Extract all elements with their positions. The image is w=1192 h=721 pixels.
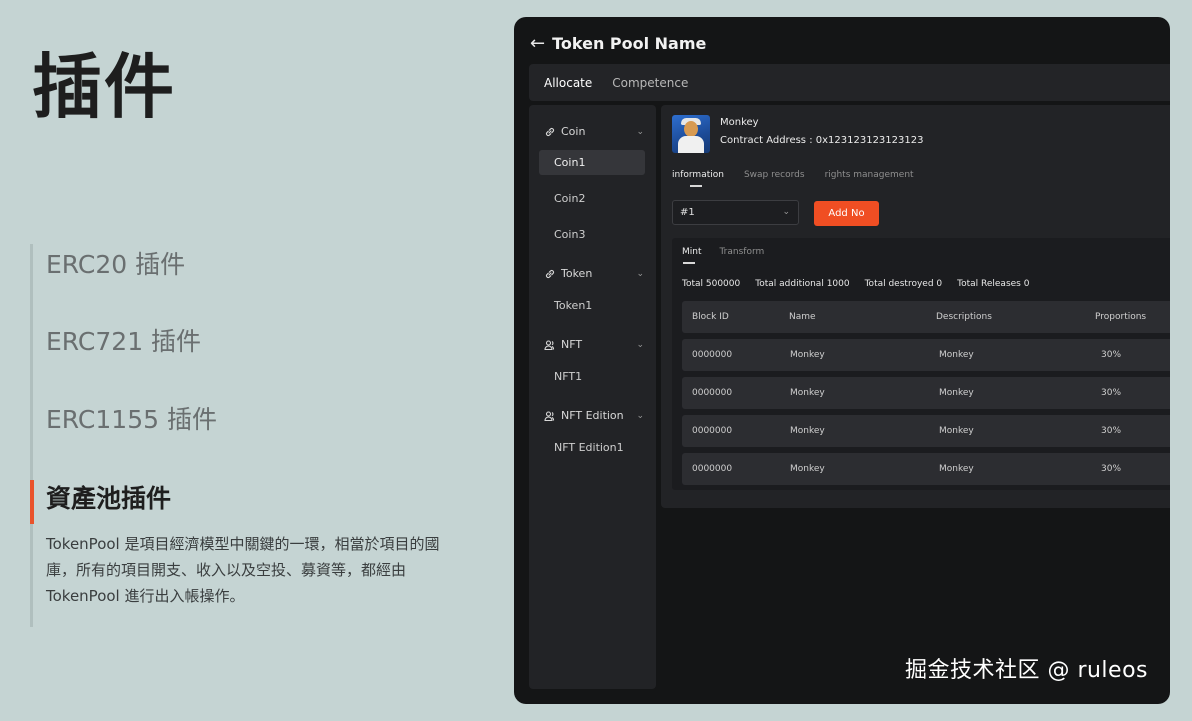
feature-asset-pool[interactable]: 資產池插件 (46, 486, 171, 511)
cell-name: Monkey (790, 426, 825, 436)
col-name: Name (789, 312, 816, 322)
stat-destroyed: Total destroyed 0 (864, 279, 943, 289)
tab-rights-management[interactable]: rights management (825, 170, 914, 180)
avatar-head (684, 121, 698, 137)
sub-tabs: Mint Transform (682, 247, 782, 264)
cell-name: Monkey (790, 350, 825, 360)
link-icon (545, 127, 555, 136)
page-title: 插件 (32, 46, 176, 128)
chevron-down-icon[interactable]: ⌄ (636, 127, 644, 137)
watermark: 掘金技术社区 @ ruleos (904, 658, 1148, 683)
number-select[interactable]: #1 ⌄ (672, 200, 799, 225)
inner-tabs: information Swap records rights manageme… (672, 170, 934, 187)
cell-block-id: 0000000 (692, 426, 733, 436)
feature-erc20[interactable]: ERC20 插件 (46, 252, 185, 277)
sidebar-group-nft[interactable]: NFT ⌄ (544, 338, 644, 351)
tab-mint[interactable]: Mint (682, 247, 702, 264)
app-header: ← Token Pool Name (530, 34, 706, 53)
col-block-id: Block ID (692, 312, 729, 322)
app-window: ← Token Pool Name Allocate Competence Co… (514, 17, 1170, 704)
top-tabbar: Allocate Competence (529, 64, 1170, 101)
cell-proportion: 30% (1101, 426, 1122, 436)
table-row[interactable]: 0000000 Monkey Monkey 30% (682, 377, 1170, 409)
sidebar-group-label: NFT (561, 338, 583, 351)
table-row[interactable]: 0000000 Monkey Monkey 30% (682, 453, 1170, 485)
tab-transform[interactable]: Transform (720, 247, 765, 257)
back-arrow-icon[interactable]: ← (530, 34, 545, 53)
chevron-down-icon[interactable]: ⌄ (636, 340, 644, 350)
stats-row: Total 500000 Total additional 1000 Total… (682, 279, 1044, 289)
sidebar-group-label: Coin (561, 125, 586, 138)
sidebar-group-token[interactable]: Token ⌄ (544, 267, 644, 280)
app-title: Token Pool Name (552, 34, 707, 53)
col-descriptions: Descriptions (936, 312, 992, 322)
stat-total: Total 500000 (682, 279, 741, 289)
records-table: Block ID Name Descriptions Proportions 0… (682, 301, 1170, 491)
sidebar-group-nft-edition[interactable]: NFT Edition ⌄ (544, 409, 644, 422)
sidebar-item-token1[interactable]: Token1 (539, 293, 645, 318)
cell-description: Monkey (939, 464, 974, 474)
sidebar-item-nft-edition1[interactable]: NFT Edition1 (539, 435, 645, 460)
cell-block-id: 0000000 (692, 388, 733, 398)
sidebar-item-nft1[interactable]: NFT1 (539, 364, 645, 389)
sidebar-group-coin[interactable]: Coin ⌄ (544, 125, 644, 138)
cell-block-id: 0000000 (692, 350, 733, 360)
table-row[interactable]: 0000000 Monkey Monkey 30% (682, 415, 1170, 447)
tab-competence[interactable]: Competence (612, 76, 688, 90)
mint-panel: Mint Transform Total 500000 Total additi… (672, 238, 1170, 490)
feature-list: ERC20 插件 ERC721 插件 ERC1155 插件 資產池插件 Toke… (30, 244, 450, 627)
cell-description: Monkey (939, 426, 974, 436)
cell-block-id: 0000000 (692, 464, 733, 474)
cell-description: Monkey (939, 350, 974, 360)
feature-description: TokenPool 是項目經濟模型中關鍵的一環，相當於項目的國庫，所有的項目開支… (46, 535, 440, 605)
sidebar-group-label: NFT Edition (561, 409, 624, 422)
col-proportions: Proportions (1095, 312, 1147, 322)
avatar-body (678, 136, 704, 153)
sidebar-item-coin1[interactable]: Coin1 (539, 150, 645, 175)
add-no-button[interactable]: Add No (814, 201, 879, 226)
table-header: Block ID Name Descriptions Proportions (682, 301, 1170, 333)
token-avatar (672, 115, 710, 153)
users-icon (544, 339, 555, 350)
stat-releases: Total Releases 0 (957, 279, 1030, 289)
table-row[interactable]: 0000000 Monkey Monkey 30% (682, 339, 1170, 371)
tab-information[interactable]: information (672, 170, 724, 187)
cell-description: Monkey (939, 388, 974, 398)
contract-address: Contract Address : 0x123123123123123 (720, 135, 924, 146)
link-icon (545, 269, 555, 278)
cell-proportion: 30% (1101, 464, 1122, 474)
cell-proportion: 30% (1101, 388, 1122, 398)
sidebar-item-coin3[interactable]: Coin3 (539, 222, 645, 247)
cell-proportion: 30% (1101, 350, 1122, 360)
main-panel: Monkey Contract Address : 0x123123123123… (661, 105, 1170, 508)
cell-name: Monkey (790, 388, 825, 398)
users-icon (544, 410, 555, 421)
token-name: Monkey (720, 117, 759, 128)
tab-swap-records[interactable]: Swap records (744, 170, 805, 180)
cell-name: Monkey (790, 464, 825, 474)
sidebar: Coin ⌄ Coin1 Coin2 Coin3 Token ⌄ Token1 … (529, 105, 656, 689)
feature-erc1155[interactable]: ERC1155 插件 (46, 407, 217, 432)
tab-allocate[interactable]: Allocate (544, 76, 592, 90)
feature-erc721[interactable]: ERC721 插件 (46, 329, 201, 354)
chevron-down-icon[interactable]: ⌄ (636, 411, 644, 421)
chevron-down-icon: ⌄ (782, 207, 790, 217)
stat-additional: Total additional 1000 (755, 279, 850, 289)
select-value: #1 (680, 207, 695, 218)
sidebar-item-coin2[interactable]: Coin2 (539, 186, 645, 211)
sidebar-group-label: Token (561, 267, 593, 280)
active-indicator (30, 480, 34, 524)
chevron-down-icon[interactable]: ⌄ (636, 269, 644, 279)
